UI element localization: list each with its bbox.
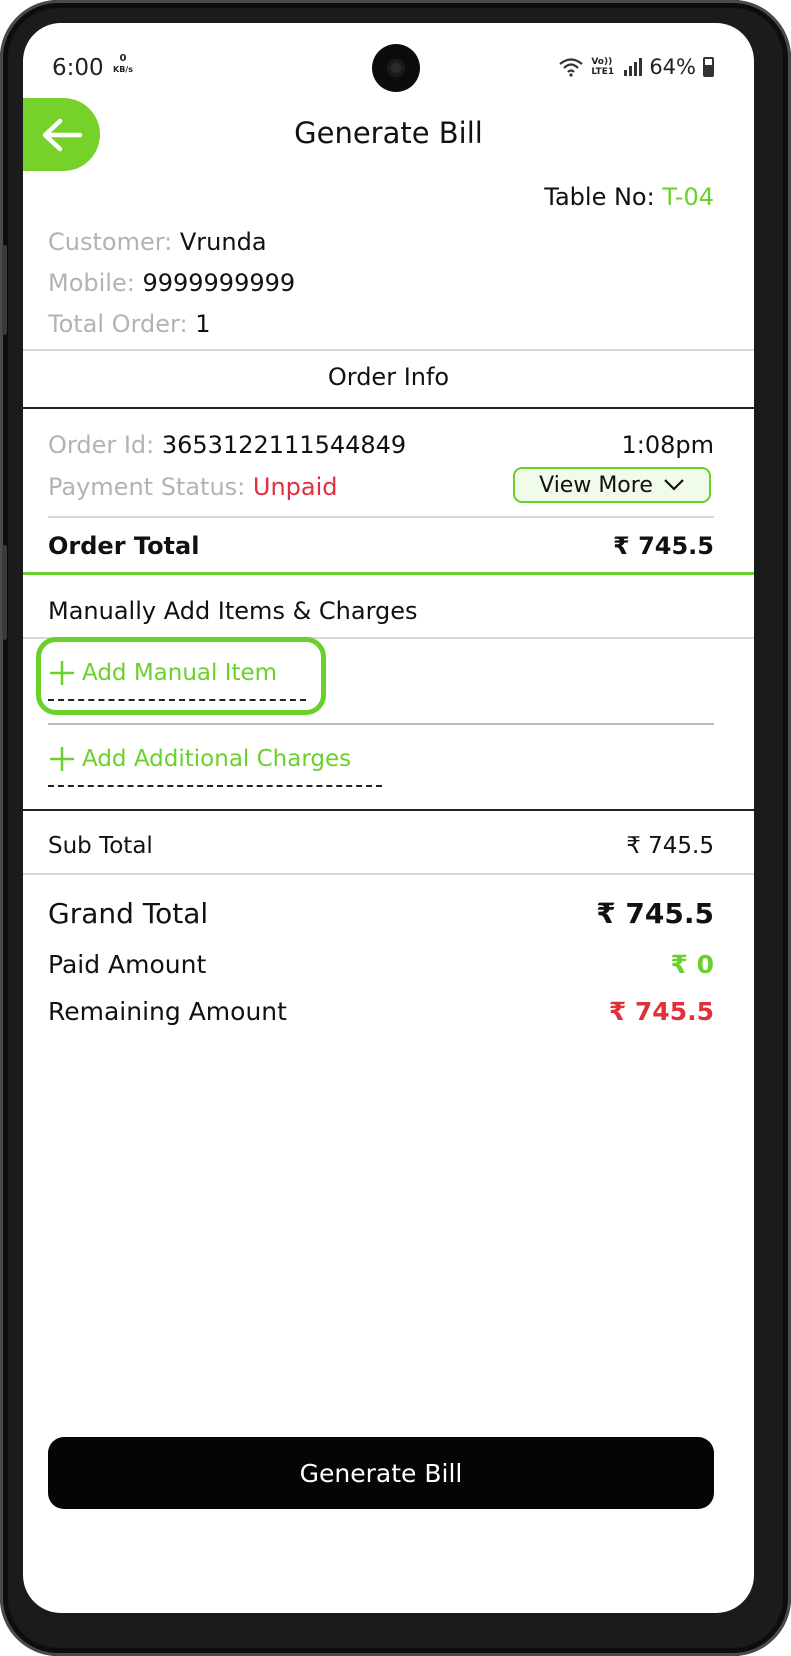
order-total-label: Order Total (48, 532, 200, 560)
battery-percent: 64% (649, 55, 696, 79)
customer-name: Vrunda (179, 228, 267, 256)
divider (23, 873, 754, 875)
order-id-row: Order Id: 3653122111544849 (48, 431, 407, 459)
power-button (2, 545, 7, 640)
grand-total-value: ₹ 745.5 (596, 897, 714, 930)
add-additional-charges-button[interactable]: Add Additional Charges (48, 745, 351, 773)
wifi-icon (559, 58, 584, 77)
paid-amount-label: Paid Amount (48, 950, 207, 979)
view-more-button[interactable]: View More (513, 467, 711, 503)
status-bar: 6:00 0 KB/s Vo)) LTE1 64% (23, 23, 754, 113)
status-icons: Vo)) LTE1 64% (558, 55, 714, 79)
divider (23, 349, 754, 351)
dashed-underline (48, 699, 306, 701)
paid-amount-value: ₹ 0 (670, 950, 715, 979)
table-value: T-04 (662, 183, 714, 211)
customer-name-row: Customer: Vrunda (48, 228, 267, 256)
signal-icon (624, 58, 643, 76)
table-number: Table No: T-04 (544, 183, 714, 211)
section-title-order-info: Order Info (327, 363, 450, 391)
network-speed: 0 KB/s (113, 53, 133, 74)
payment-status-badge: Unpaid (252, 473, 338, 501)
remaining-amount-label: Remaining Amount (48, 997, 287, 1026)
payment-status-row: Payment Status: Unpaid (48, 473, 338, 501)
grand-total-label: Grand Total (48, 897, 209, 930)
divider (23, 572, 754, 575)
plus-icon (50, 747, 74, 771)
sub-total-value: ₹ 745.5 (626, 833, 714, 859)
remaining-amount-value: ₹ 745.5 (608, 997, 714, 1026)
dashed-underline (48, 785, 382, 787)
chevron-down-icon (664, 479, 684, 491)
front-camera (372, 44, 420, 92)
total-order-row: Total Order: 1 (48, 310, 211, 338)
add-manual-item-button[interactable]: Add Manual Item (48, 659, 277, 687)
divider (48, 516, 714, 518)
order-time: 1:08pm (621, 431, 714, 459)
battery-icon (703, 57, 714, 77)
app-screen: 6:00 0 KB/s Vo)) LTE1 64% Generate Bill … (23, 23, 754, 1613)
generate-bill-button[interactable]: Generate Bill (48, 1437, 714, 1509)
phone-frame: 6:00 0 KB/s Vo)) LTE1 64% Generate Bill … (0, 0, 791, 1656)
order-id: 3653122111544849 (161, 431, 407, 459)
divider (23, 809, 754, 811)
status-time: 6:00 (52, 55, 104, 81)
customer-mobile: 9999999999 (142, 269, 296, 297)
order-total-value: ₹ 745.5 (613, 532, 714, 560)
sub-total-label: Sub Total (48, 833, 153, 859)
volume-button (2, 245, 7, 335)
page-title: Generate Bill (294, 116, 483, 150)
volte-icon: Vo)) LTE1 (591, 57, 615, 77)
total-order-value: 1 (195, 310, 211, 338)
divider (23, 407, 754, 409)
divider (48, 723, 714, 725)
plus-icon (50, 661, 74, 685)
customer-mobile-row: Mobile: 9999999999 (48, 269, 296, 297)
section-title-manual: Manually Add Items & Charges (48, 597, 418, 625)
